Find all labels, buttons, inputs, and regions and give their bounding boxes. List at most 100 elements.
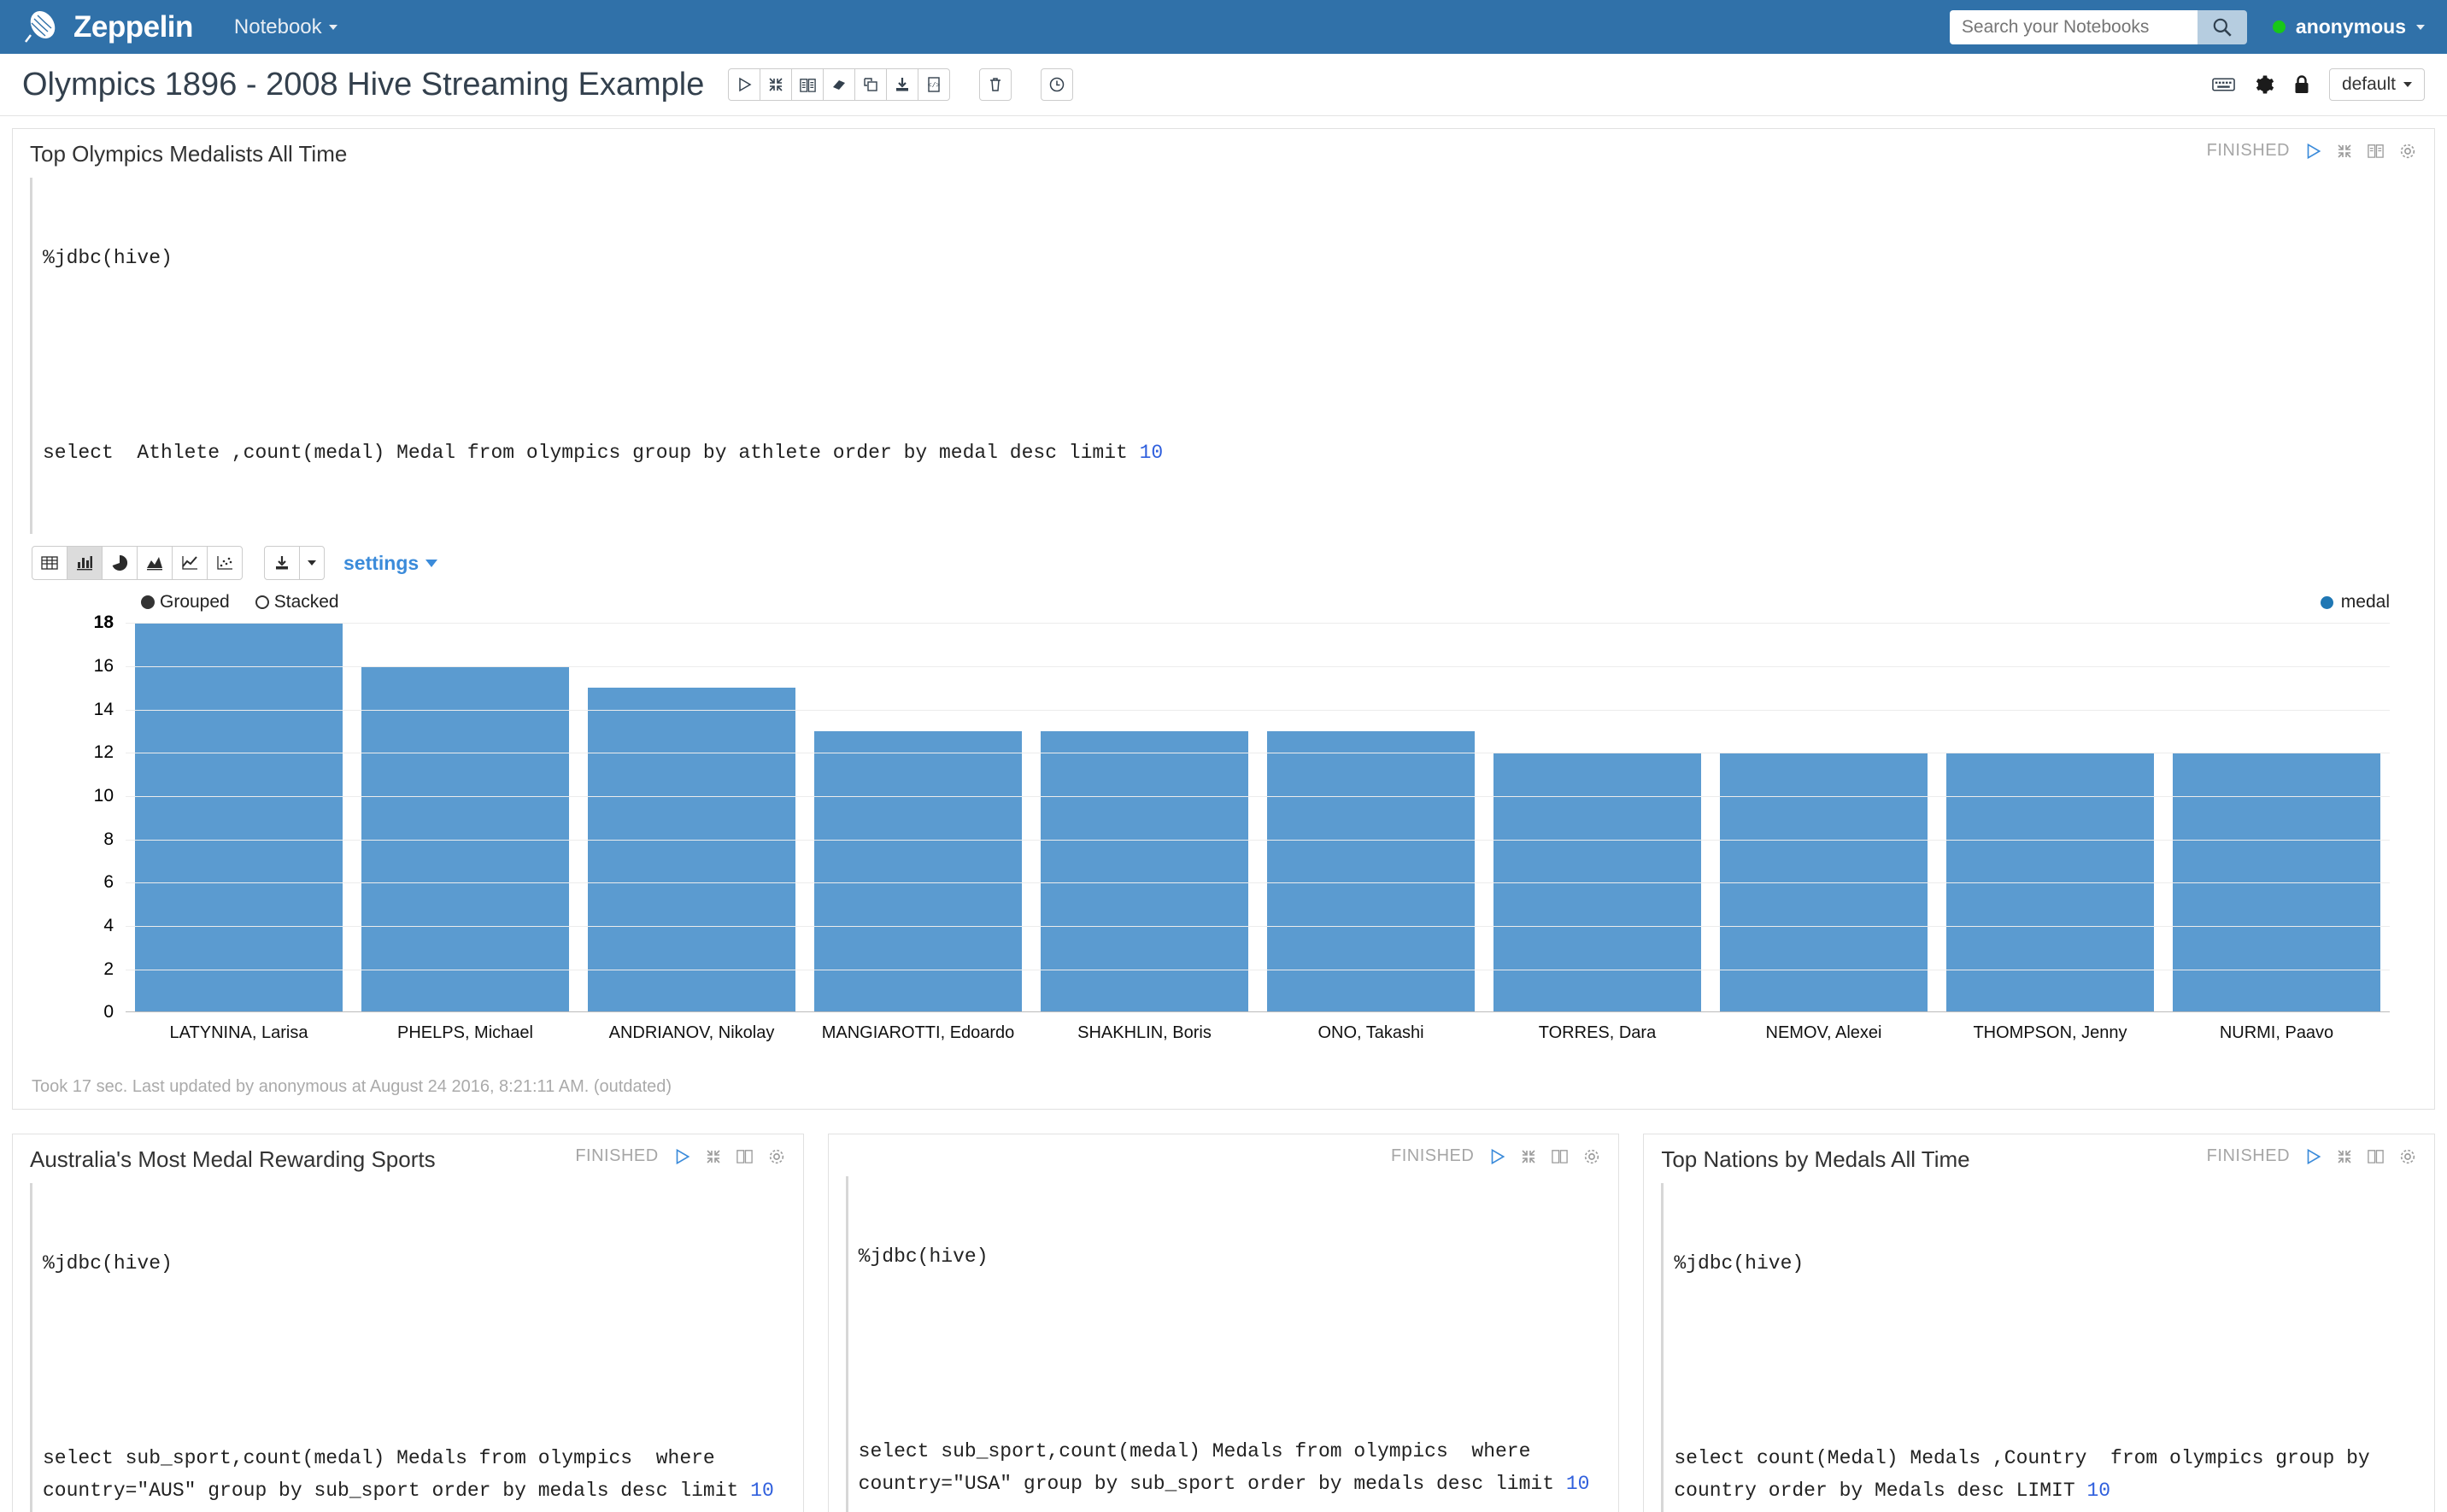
y-axis-tick: 0: [103, 1002, 114, 1023]
y-axis-tick: 12: [94, 742, 114, 763]
line-chart-icon: [180, 554, 199, 572]
paragraph-code-editor[interactable]: %jdbc(hive) select Athlete ,count(medal)…: [30, 178, 2434, 534]
book-icon[interactable]: [2367, 142, 2385, 160]
user-menu[interactable]: anonymous: [2273, 15, 2425, 38]
bar[interactable]: [1267, 731, 1476, 1012]
bar-column[interactable]: [1258, 623, 1484, 1012]
paragraph-usa-sports: FINISHED %jdbc(: [828, 1134, 1620, 1512]
x-axis-tick-label: LATYNINA, Larisa: [126, 1023, 352, 1043]
keyboard-icon[interactable]: [2212, 76, 2235, 93]
nav-notebook-menu[interactable]: Notebook: [234, 15, 337, 39]
export-notebook-button[interactable]: [886, 68, 918, 101]
book-icon[interactable]: [2367, 1147, 2385, 1165]
collapse-icon[interactable]: [2336, 143, 2353, 160]
run-paragraph-icon[interactable]: [1488, 1147, 1506, 1166]
scheduler-button[interactable]: [1041, 68, 1073, 101]
sql-limit-value: 10: [2086, 1480, 2110, 1502]
pie-chart-icon: [110, 554, 129, 572]
collapse-icon[interactable]: [2336, 1148, 2353, 1165]
gear-icon[interactable]: [767, 1147, 786, 1166]
bar-column[interactable]: [1937, 623, 2163, 1012]
page-title[interactable]: Olympics 1896 - 2008 Hive Streaming Exam…: [22, 67, 704, 103]
gridline: [126, 926, 2390, 927]
collapse-icon[interactable]: [705, 1148, 722, 1165]
bar-column[interactable]: [2163, 623, 2390, 1012]
area-chart-icon: [145, 554, 164, 572]
bar[interactable]: [1041, 731, 1249, 1012]
run-paragraph-icon[interactable]: [2303, 1147, 2322, 1166]
bar-column[interactable]: [805, 623, 1031, 1012]
paragraph-title[interactable]: Top Olympics Medalists All Time: [30, 141, 347, 167]
bar-column[interactable]: [1031, 623, 1258, 1012]
paragraph-code-editor[interactable]: %jdbc(hive) select count(Medal) Medals ,…: [1661, 1183, 2434, 1512]
book-icon: [799, 76, 817, 94]
interpreter-binding-select[interactable]: default: [2329, 68, 2425, 101]
area-chart-button[interactable]: [137, 546, 173, 580]
bar-chart-button[interactable]: [67, 546, 103, 580]
play-icon: [736, 76, 753, 93]
search-input[interactable]: [1950, 10, 2198, 44]
paragraph-code-editor[interactable]: %jdbc(hive) select sub_sport,count(medal…: [30, 1183, 803, 1512]
clear-output-button[interactable]: [823, 68, 855, 101]
download-data-button[interactable]: [264, 546, 300, 580]
run-paragraph-icon[interactable]: [672, 1147, 691, 1166]
search-button[interactable]: [2198, 10, 2247, 44]
bar-column[interactable]: [126, 623, 352, 1012]
bar[interactable]: [135, 623, 343, 1012]
run-paragraph-icon[interactable]: [2303, 142, 2322, 161]
book-icon[interactable]: [736, 1147, 754, 1165]
plot-area: [126, 623, 2390, 1012]
radio-stacked[interactable]: Stacked: [255, 592, 339, 612]
status-badge: FINISHED: [2207, 141, 2290, 161]
y-axis-tick: 16: [94, 656, 114, 677]
pie-chart-button[interactable]: [102, 546, 138, 580]
status-badge: FINISHED: [2207, 1146, 2290, 1166]
lock-icon[interactable]: [2293, 74, 2310, 95]
book-icon[interactable]: [1551, 1147, 1569, 1165]
sql-statement: select count(Medal) Medals ,Country from…: [1674, 1447, 2381, 1502]
gridline: [126, 796, 2390, 797]
collapse-icon[interactable]: [1520, 1148, 1537, 1165]
scatter-chart-icon: [215, 554, 234, 572]
bar[interactable]: [814, 731, 1023, 1012]
connection-status-dot: [2273, 21, 2286, 33]
paragraph-title[interactable]: Australia's Most Medal Rewarding Sports: [30, 1146, 436, 1173]
paragraph-status-bar: FINISHED: [2207, 141, 2417, 161]
line-chart-button[interactable]: [172, 546, 208, 580]
gear-icon[interactable]: [2398, 142, 2417, 161]
bar-column[interactable]: [1484, 623, 1711, 1012]
notebook-search[interactable]: [1950, 10, 2247, 44]
zeppelin-logo-icon: [22, 8, 62, 47]
bar[interactable]: [588, 688, 796, 1012]
run-all-paragraphs-button[interactable]: [728, 68, 760, 101]
show-code-button[interactable]: </>: [918, 68, 950, 101]
paragraph-title[interactable]: Top Nations by Medals All Time: [1661, 1146, 1969, 1173]
download-format-dropdown[interactable]: [299, 546, 325, 580]
gear-icon[interactable]: [1582, 1147, 1601, 1166]
chevron-down-icon: [329, 25, 337, 30]
bar-column[interactable]: [578, 623, 805, 1012]
sql-statement: select sub_sport,count(medal) Medals fro…: [43, 1447, 750, 1502]
radio-grouped[interactable]: Grouped: [141, 592, 230, 612]
table-view-button[interactable]: [32, 546, 67, 580]
delete-notebook-button[interactable]: [979, 68, 1012, 101]
bar-chart-legend[interactable]: medal: [2321, 592, 2390, 612]
bar-column[interactable]: [1711, 623, 1937, 1012]
clone-notebook-button[interactable]: [854, 68, 887, 101]
y-axis-tick: 2: [103, 959, 114, 980]
brand-logo-link[interactable]: Zeppelin: [22, 8, 193, 47]
hide-all-output-button[interactable]: [760, 68, 792, 101]
gear-icon[interactable]: [2398, 1147, 2417, 1166]
gear-icon[interactable]: [2254, 74, 2274, 95]
gridline: [126, 666, 2390, 667]
paragraph-code-editor[interactable]: %jdbc(hive) select sub_sport,count(medal…: [846, 1176, 1619, 1512]
chevron-down-icon: [425, 560, 437, 567]
download-icon: [894, 76, 911, 93]
radio-grouped-label: Grouped: [160, 592, 230, 612]
y-axis-tick: 14: [94, 700, 114, 720]
bar-column[interactable]: [352, 623, 578, 1012]
scatter-chart-button[interactable]: [207, 546, 243, 580]
toggle-book-view-button[interactable]: [791, 68, 824, 101]
status-badge: FINISHED: [575, 1146, 658, 1166]
chart-settings-toggle[interactable]: settings: [343, 552, 437, 575]
